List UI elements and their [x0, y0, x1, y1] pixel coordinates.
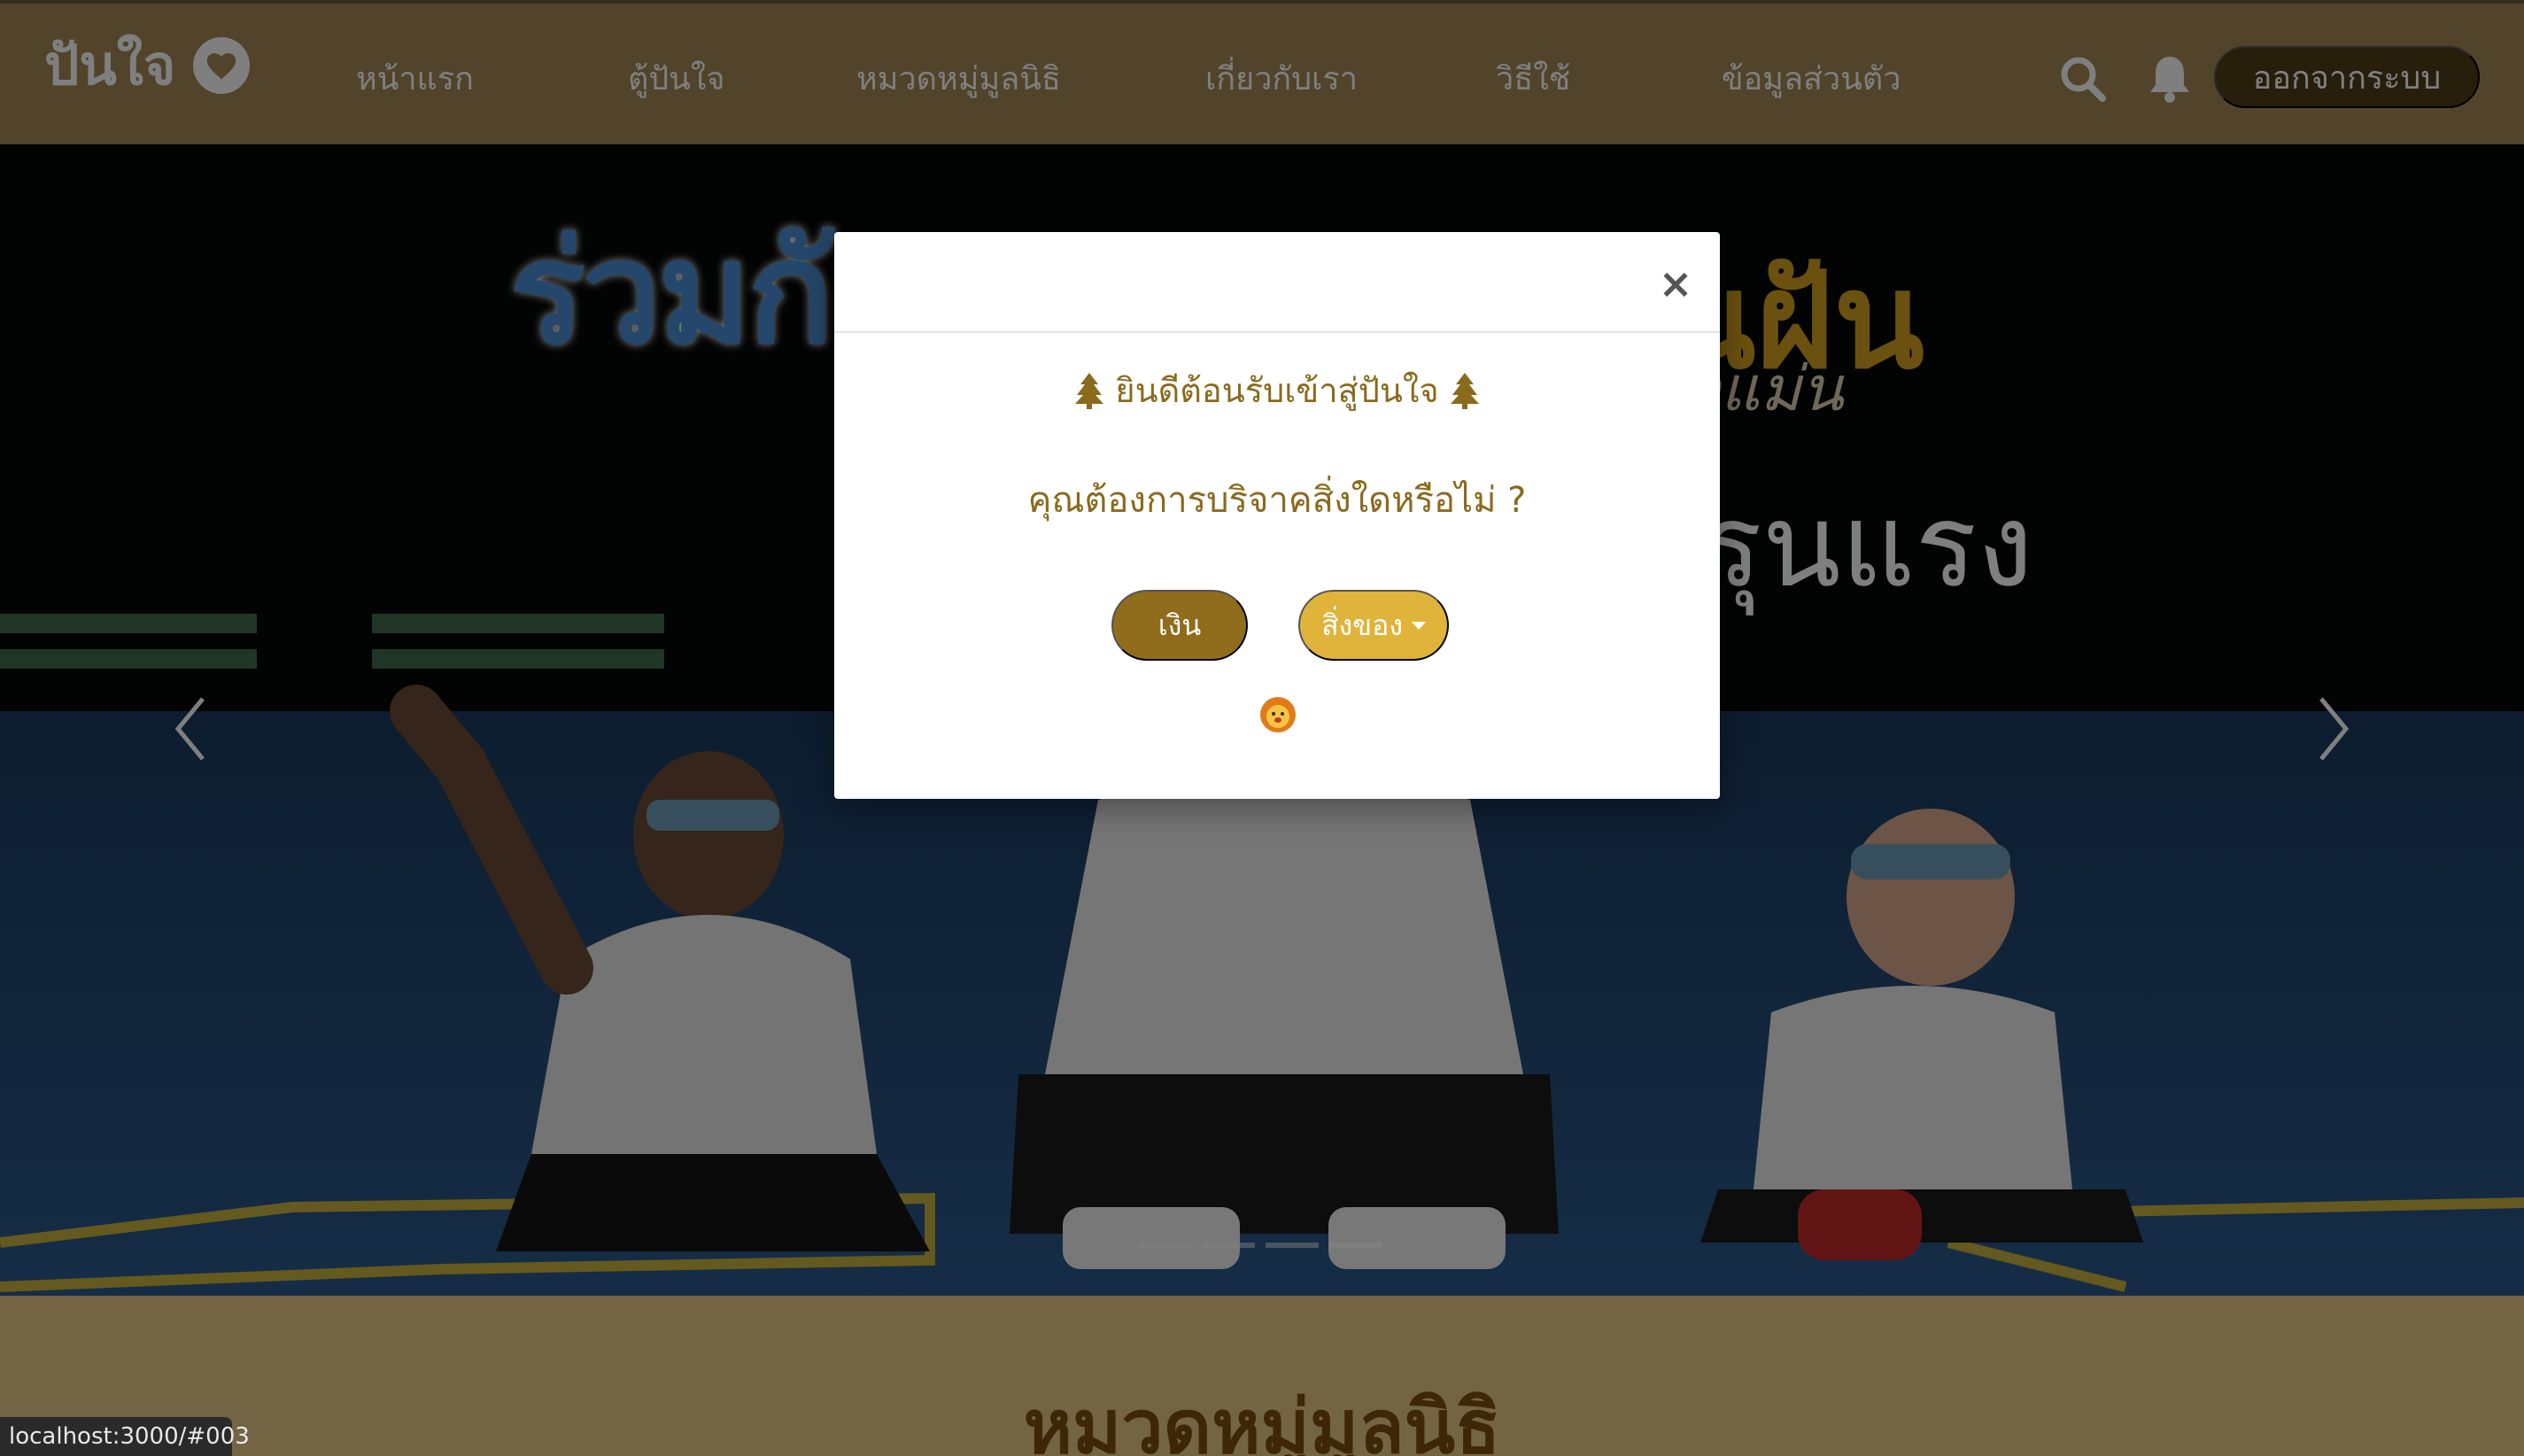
donation-modal: × ยินดีต้อนรับเข้าสู่ปันใจ คุณต้องการบริ…	[834, 232, 1720, 799]
donation-question: คุณต้องการบริจาคสิ่งใดหรือไม่ ?	[1027, 480, 1527, 521]
welcome-message: ยินดีต้อนรับเข้าสู่ปันใจ	[834, 363, 1720, 417]
donate-items-label: สิ่งของ	[1321, 608, 1403, 641]
donate-money-button[interactable]: เงิน	[1111, 590, 1248, 661]
tree-icon	[1074, 372, 1104, 409]
modal-header: ×	[834, 232, 1720, 333]
close-icon[interactable]: ×	[1658, 263, 1693, 304]
chevron-down-icon	[1411, 621, 1426, 630]
lion-icon	[1259, 696, 1297, 733]
welcome-text: ยินดีต้อนรับเข้าสู่ปันใจ	[1115, 371, 1439, 410]
donate-items-dropdown[interactable]: สิ่งของ	[1298, 590, 1449, 661]
tree-icon	[1450, 372, 1480, 409]
browser-status-url: localhost:3000/#003	[0, 1417, 250, 1456]
